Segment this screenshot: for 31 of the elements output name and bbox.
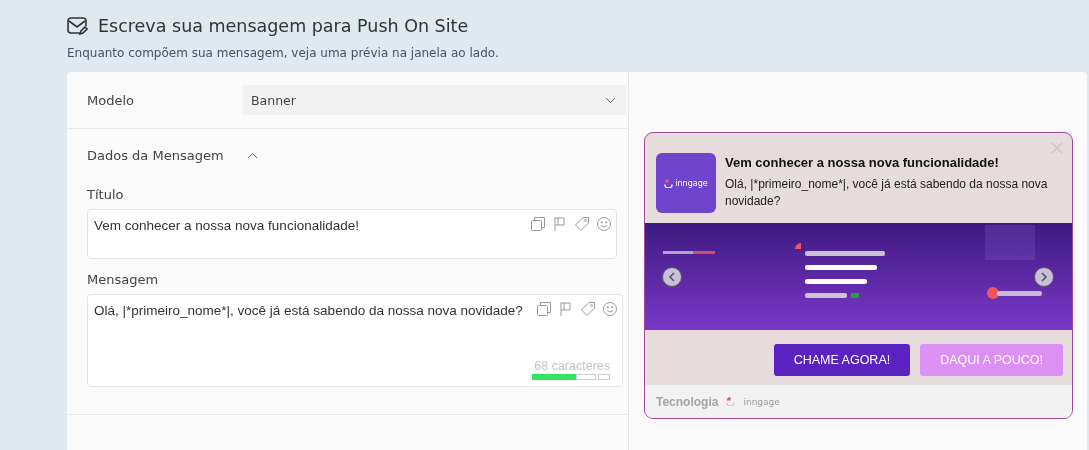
mail-edit-icon [67,16,88,36]
emoji-icon[interactable] [596,216,612,232]
field-label: Mensagem [87,272,160,287]
field-label: Título [87,187,125,202]
emoji-icon[interactable] [602,301,618,317]
app-logo: inngage [656,153,716,213]
preview-body: Olá, |*primeiro_nome*|, você já está sabendo da nossa nova novidade? [725,176,1049,210]
logo-icon [664,178,674,188]
flag-icon[interactable] [552,216,568,232]
cta-button[interactable]: CHAME AGORA! [773,344,911,376]
chevron-down-icon [605,96,616,104]
tag-icon[interactable] [574,216,590,232]
footer-text: Tecnologia [656,394,719,409]
copy-icon[interactable] [530,216,546,232]
section-title: Dados da Mensagem [87,147,225,163]
logo-icon [726,397,736,406]
page-subtitle: Enquanto compõem sua mensagem, veja uma prévia na janela ao lado. [67,46,500,60]
copy-icon[interactable] [536,301,552,317]
title-field[interactable]: Vem conhecer a nossa nova funcionalidade! [87,209,617,259]
flag-icon[interactable] [558,301,574,317]
page-title: Escreva sua mensagem para Push On Site [98,16,469,36]
tag-icon[interactable] [580,301,596,317]
character-count: 68 caracteres [534,359,610,373]
field-label: Modelo [87,92,135,108]
message-field[interactable]: Olá, |*primeiro_nome*|, você já está sabendo da nossa nova novidade? 68 caracteres [87,294,623,387]
chevron-left-icon [668,272,676,282]
chevron-right-icon [1040,272,1048,282]
chevron-up-icon[interactable] [247,151,258,159]
preview-title: Vem conhecer a nossa nova funcionalidade! [725,155,1000,170]
brand-name: inngage [743,396,780,407]
model-select[interactable]: Banner [243,85,626,115]
